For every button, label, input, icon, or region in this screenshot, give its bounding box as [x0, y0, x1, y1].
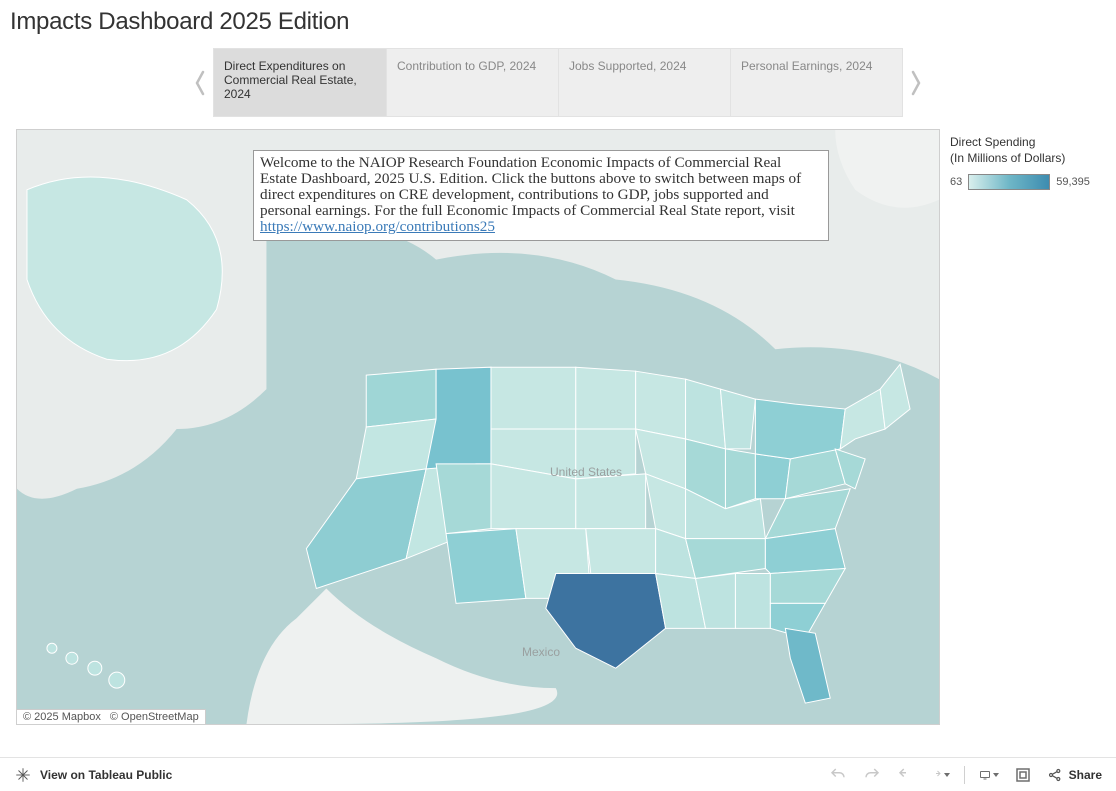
- legend-gradient-bar[interactable]: [968, 174, 1050, 190]
- tab-label: Jobs Supported, 2024: [569, 59, 686, 73]
- tab-label: Direct Expenditures on Commercial Real E…: [224, 59, 376, 101]
- map-attribution: © 2025 Mapbox © OpenStreetMap: [17, 709, 206, 724]
- share-label: Share: [1069, 768, 1102, 782]
- color-legend: Direct Spending (In Millions of Dollars)…: [946, 129, 1094, 725]
- attrib-osm[interactable]: © OpenStreetMap: [110, 711, 199, 723]
- tab-personal-earnings[interactable]: Personal Earnings, 2024: [730, 49, 902, 116]
- device-preview-icon[interactable]: [979, 765, 999, 785]
- footer-separator: [964, 766, 965, 784]
- view-on-tableau-button[interactable]: View on Tableau Public: [14, 766, 172, 784]
- share-button[interactable]: Share: [1047, 767, 1102, 783]
- prev-tab-arrow-icon[interactable]: [187, 53, 213, 113]
- view-on-tableau-label: View on Tableau Public: [40, 768, 172, 782]
- welcome-tooltip: Welcome to the NAIOP Research Foundation…: [253, 150, 829, 241]
- content-area: United States Mexico Welcome to the NAIO…: [0, 129, 1116, 725]
- choropleth-map[interactable]: United States Mexico Welcome to the NAIO…: [16, 129, 940, 725]
- tableau-logo-icon: [14, 766, 32, 784]
- legend-title-line2: (In Millions of Dollars): [950, 151, 1090, 167]
- attrib-mapbox[interactable]: © 2025 Mapbox: [23, 711, 101, 723]
- tab-jobs-supported[interactable]: Jobs Supported, 2024: [558, 49, 730, 116]
- redo-icon: [862, 765, 882, 785]
- legend-min: 63: [950, 176, 962, 188]
- welcome-link[interactable]: https://www.naiop.org/contributions25: [260, 218, 495, 235]
- tab-navigation-row: Direct Expenditures on Commercial Real E…: [0, 48, 1116, 117]
- undo-icon: [828, 765, 848, 785]
- legend-max: 59,395: [1056, 176, 1090, 188]
- replay-forward-icon: [930, 765, 950, 785]
- replay-back-icon: [896, 765, 916, 785]
- legend-title-line1: Direct Spending: [950, 135, 1090, 151]
- footer-toolbar: View on Tableau Public Share: [0, 757, 1116, 791]
- next-tab-arrow-icon[interactable]: [903, 53, 929, 113]
- page-title: Impacts Dashboard 2025 Edition: [0, 0, 1116, 48]
- fullscreen-icon[interactable]: [1013, 765, 1033, 785]
- tab-direct-expenditures[interactable]: Direct Expenditures on Commercial Real E…: [214, 49, 386, 116]
- share-icon: [1047, 767, 1063, 783]
- tab-label: Personal Earnings, 2024: [741, 59, 872, 73]
- welcome-text: Welcome to the NAIOP Research Foundation…: [260, 154, 801, 219]
- tab-list: Direct Expenditures on Commercial Real E…: [213, 48, 903, 117]
- footer-actions: Share: [828, 765, 1102, 785]
- tab-label: Contribution to GDP, 2024: [397, 59, 536, 73]
- tab-contribution-gdp[interactable]: Contribution to GDP, 2024: [386, 49, 558, 116]
